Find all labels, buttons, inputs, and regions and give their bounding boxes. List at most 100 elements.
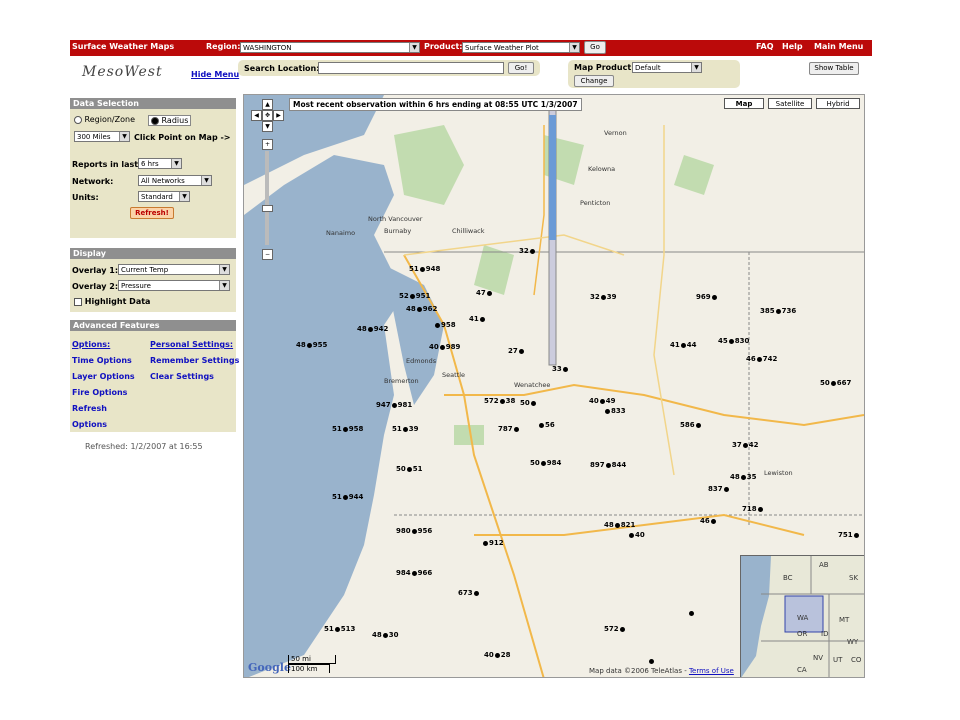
units-select[interactable]: Standard ▼ <box>138 191 190 202</box>
region-zone-radio[interactable]: Region/Zone <box>74 115 135 124</box>
station-dot-icon <box>680 342 686 348</box>
station-marker[interactable]: 37 42 <box>732 441 759 449</box>
fire-options-link[interactable]: Fire Options <box>72 388 127 397</box>
station-marker[interactable]: 32 <box>519 247 536 255</box>
pan-center-icon[interactable]: ✥ <box>262 110 273 121</box>
search-go-button[interactable]: Go! <box>508 62 534 74</box>
station-marker[interactable]: 40 49 <box>589 397 616 405</box>
zoom-slider-track[interactable] <box>265 151 269 245</box>
main-menu-link[interactable]: Main Menu <box>814 42 863 51</box>
station-marker[interactable]: 48 962 <box>406 305 437 313</box>
station-marker[interactable]: 673 <box>458 589 480 597</box>
product-select[interactable]: Surface Weather Plot ▼ <box>462 42 580 53</box>
station-marker[interactable]: 46 <box>700 517 717 525</box>
station-marker[interactable]: 40 989 <box>429 343 460 351</box>
overview-inset-map[interactable]: BC AB SK WA MT OR ID WY NV UT CO CA <box>740 555 864 677</box>
zoom-slider-handle[interactable] <box>262 205 273 212</box>
refresh-link[interactable]: Refresh <box>72 404 107 413</box>
station-marker[interactable]: 718 <box>742 505 764 513</box>
radius-radio[interactable]: Radius <box>148 115 192 126</box>
time-options-link[interactable]: Time Options <box>72 356 132 365</box>
options-header-link[interactable]: Options: <box>72 340 110 349</box>
station-marker[interactable]: 48 35 <box>730 473 757 481</box>
station-marker[interactable]: 50 51 <box>396 465 423 473</box>
search-input[interactable] <box>318 62 504 74</box>
overlay2-select[interactable]: Pressure ▼ <box>118 280 230 291</box>
station-marker[interactable]: 40 28 <box>484 651 511 659</box>
station-marker[interactable] <box>648 657 655 665</box>
station-marker[interactable]: 48 942 <box>357 325 388 333</box>
station-marker[interactable]: 837 <box>708 485 730 493</box>
station-marker[interactable]: 51 948 <box>409 265 440 273</box>
station-marker[interactable]: 50 667 <box>820 379 851 387</box>
station-marker[interactable]: 969 <box>696 293 718 301</box>
terms-of-use-link[interactable]: Terms of Use <box>689 667 734 675</box>
station-marker[interactable]: 51 944 <box>332 493 363 501</box>
station-marker[interactable]: 586 <box>680 421 702 429</box>
station-marker[interactable]: 48 30 <box>372 631 399 639</box>
reports-select[interactable]: 6 hrs ▼ <box>138 158 182 169</box>
station-marker[interactable] <box>688 609 695 617</box>
station-marker[interactable]: 751 <box>838 531 860 539</box>
refresh-button[interactable]: Refresh! <box>130 207 174 219</box>
station-marker[interactable]: 833 <box>604 407 626 415</box>
layer-options-link[interactable]: Layer Options <box>72 372 135 381</box>
station-marker[interactable]: 980 956 <box>396 527 432 535</box>
station-marker[interactable]: 897 844 <box>590 461 626 469</box>
station-marker[interactable]: 912 <box>482 539 504 547</box>
clear-settings-link[interactable]: Clear Settings <box>150 372 214 381</box>
station-marker[interactable]: 787 <box>498 425 520 433</box>
station-marker[interactable]: 33 <box>552 365 569 373</box>
station-marker[interactable]: 947 981 <box>376 401 412 409</box>
map-type-hybrid-button[interactable]: Hybrid <box>816 98 860 109</box>
station-marker[interactable]: 41 <box>469 315 486 323</box>
personal-settings-link[interactable]: Personal Settings: <box>150 340 233 349</box>
station-marker[interactable]: 958 <box>434 321 456 329</box>
station-marker[interactable]: 51 39 <box>392 425 419 433</box>
go-button[interactable]: Go <box>584 41 606 54</box>
station-marker[interactable]: 51 513 <box>324 625 355 633</box>
change-button[interactable]: Change <box>574 75 614 87</box>
pan-right-icon[interactable]: ▶ <box>273 110 284 121</box>
network-select[interactable]: All Networks ▼ <box>138 175 212 186</box>
zoom-in-icon[interactable]: + <box>262 139 273 150</box>
pan-left-icon[interactable]: ◀ <box>251 110 262 121</box>
pan-down-icon[interactable]: ▼ <box>262 121 273 132</box>
pan-up-icon[interactable]: ▲ <box>262 99 273 110</box>
map-type-satellite-button[interactable]: Satellite <box>768 98 812 109</box>
station-marker[interactable]: 52 951 <box>399 292 430 300</box>
station-marker[interactable]: 984 966 <box>396 569 432 577</box>
map-type-map-button[interactable]: Map <box>724 98 764 109</box>
station-marker[interactable]: 47 <box>476 289 493 297</box>
station-temp: 48 <box>372 631 382 639</box>
station-marker[interactable]: 50 984 <box>530 459 561 467</box>
station-marker[interactable]: 56 <box>538 421 555 429</box>
station-marker[interactable]: 385 736 <box>760 307 796 315</box>
hide-menu-link[interactable]: Hide Menu <box>191 70 239 79</box>
station-marker[interactable]: 48 955 <box>296 341 327 349</box>
station-marker[interactable]: 46 742 <box>746 355 777 363</box>
station-marker[interactable]: 48 821 <box>604 521 635 529</box>
station-marker[interactable]: 45 830 <box>718 337 749 345</box>
station-marker[interactable]: 572 38 <box>484 397 515 405</box>
station-marker[interactable]: 40 <box>628 531 645 539</box>
top-toolbar: Surface Weather Maps Region: WASHINGTON … <box>70 40 872 56</box>
remember-settings-link[interactable]: Remember Settings <box>150 356 239 365</box>
station-marker[interactable]: 32 39 <box>590 293 617 301</box>
options-link[interactable]: Options <box>72 420 107 429</box>
radius-select[interactable]: 300 Miles ▼ <box>74 131 130 142</box>
weather-map[interactable]: Most recent observation within 6 hrs end… <box>243 94 865 678</box>
show-table-button[interactable]: Show Table <box>809 62 859 75</box>
region-select[interactable]: WASHINGTON ▼ <box>240 42 420 53</box>
station-marker[interactable]: 51 958 <box>332 425 363 433</box>
faq-link[interactable]: FAQ <box>756 42 774 51</box>
zoom-out-icon[interactable]: − <box>262 249 273 260</box>
overlay1-select[interactable]: Current Temp ▼ <box>118 264 230 275</box>
highlight-data-checkbox[interactable]: Highlight Data <box>74 297 150 306</box>
station-marker[interactable]: 41 44 <box>670 341 697 349</box>
station-marker[interactable]: 572 <box>604 625 626 633</box>
map-product-select[interactable]: Default ▼ <box>632 62 702 73</box>
station-marker[interactable]: 27 <box>508 347 525 355</box>
help-link[interactable]: Help <box>782 42 803 51</box>
station-marker[interactable]: 50 <box>520 399 537 407</box>
